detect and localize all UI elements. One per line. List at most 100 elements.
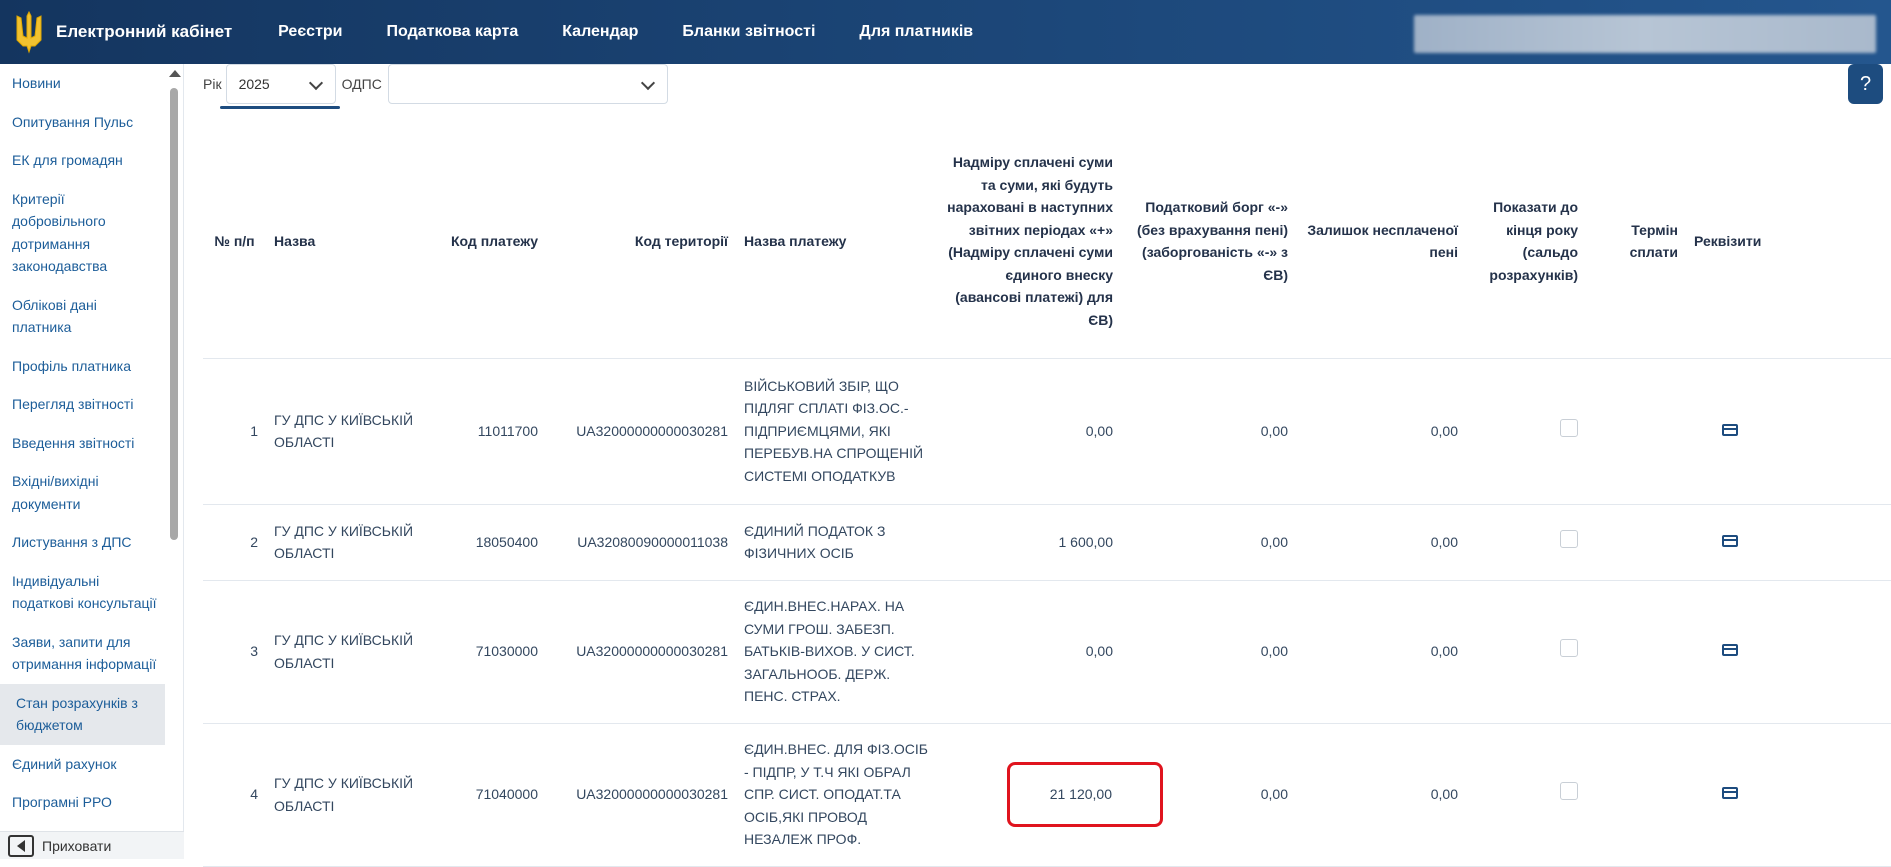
- nav-tax-map[interactable]: Податкова карта: [365, 23, 541, 41]
- cell-territory-code: UA32080090000011038: [546, 504, 736, 581]
- credit-card-icon[interactable]: [1722, 644, 1738, 657]
- sidebar-item-budget-settlements[interactable]: Стан розрахунків з бюджетом: [0, 683, 165, 745]
- sidebar-menu: Новини Опитування Пульс ЕК для громадян …: [0, 64, 165, 831]
- odps-select[interactable]: [387, 64, 668, 104]
- nav-report-forms[interactable]: Бланки звітності: [660, 23, 837, 41]
- cell-overpaid: 21 120,00: [936, 723, 1163, 867]
- cell-num: 3: [203, 580, 266, 724]
- sidebar-item-consultations[interactable]: Індивідуальні податкові консультації: [0, 562, 165, 623]
- year-label: Рік: [203, 76, 222, 92]
- cell-tax-debt: 0,00: [1121, 358, 1296, 505]
- nav-for-payers[interactable]: Для платників: [837, 23, 995, 41]
- cell-show-end-year: [1466, 358, 1586, 505]
- col-payment-code: Код платежу: [426, 125, 546, 359]
- user-info-blurred[interactable]: [1414, 15, 1876, 53]
- cell-payment-name: ЄДИН.ВНЕС.НАРАХ. НА СУМИ ГРОШ. ЗАБЕЗП. Б…: [736, 580, 936, 724]
- cell-due-date: [1586, 723, 1686, 867]
- cell-payment-code: 71040000: [426, 723, 546, 867]
- cell-territory-code: UA32000000000030281: [546, 358, 736, 505]
- cell-overpaid: 1 600,00: [936, 504, 1121, 581]
- cell-requisites: [1686, 723, 1891, 867]
- col-show-end-year: Показати до кінця року (сальдо розрахунк…: [1466, 125, 1586, 359]
- sidebar-item-compliance-criteria[interactable]: Критерії добровільного дотримання законо…: [0, 180, 165, 286]
- chevron-down-icon: [308, 75, 323, 91]
- nav-registries[interactable]: Реєстри: [256, 23, 364, 41]
- nav-calendar[interactable]: Календар: [540, 23, 660, 41]
- cell-name: ГУ ДПС У КИЇВСЬКІЙ ОБЛАСТІ: [266, 358, 426, 505]
- show-end-year-checkbox[interactable]: [1560, 782, 1578, 801]
- brand-title[interactable]: Електронний кабінет: [56, 22, 232, 42]
- cell-show-end-year: [1466, 580, 1586, 724]
- settlements-table-wrap: № п/п Назва Код платежу Код території На…: [203, 125, 1891, 867]
- cell-payment-code: 71030000: [426, 580, 546, 724]
- cell-tax-debt: 0,00: [1121, 580, 1296, 724]
- sidebar-item-enter-reports[interactable]: Введення звітності: [0, 424, 165, 463]
- credit-card-icon[interactable]: [1722, 423, 1738, 436]
- sidebar-item-software-rro[interactable]: Програмні РРО: [0, 783, 165, 822]
- sidebar-item-account-data[interactable]: Облікові дані платника: [0, 286, 165, 347]
- sidebar-item-correspondence[interactable]: Листування з ДПС: [0, 523, 165, 562]
- sidebar-item-view-reports[interactable]: Перегляд звітності: [0, 385, 165, 424]
- cell-tax-debt: 0,00: [1121, 504, 1296, 581]
- cell-overpaid: 0,00: [936, 358, 1121, 505]
- show-end-year-checkbox[interactable]: [1560, 529, 1578, 548]
- cell-penalty: 0,00: [1296, 580, 1466, 724]
- col-due-date: Термін сплати: [1586, 125, 1686, 359]
- cell-payment-code: 18050400: [426, 504, 546, 581]
- credit-card-icon[interactable]: [1722, 534, 1738, 547]
- cell-penalty: 0,00: [1296, 358, 1466, 505]
- table-header-row: № п/п Назва Код платежу Код території На…: [203, 125, 1891, 359]
- show-end-year-checkbox[interactable]: [1560, 418, 1578, 437]
- cell-payment-name: ЄДИН.ВНЕС. ДЛЯ ФІЗ.ОСІБ - ПІДПР, У Т.Ч Я…: [736, 723, 936, 867]
- chevron-down-icon: [640, 75, 655, 91]
- cell-overpaid: 0,00: [936, 580, 1121, 724]
- col-payment-name: Назва платежу: [736, 125, 936, 359]
- cell-requisites: [1686, 580, 1891, 724]
- col-overpaid: Надміру сплачені суми та суми, які будут…: [936, 125, 1121, 359]
- settlements-table: № п/п Назва Код платежу Код території На…: [203, 125, 1891, 867]
- cell-territory-code: UA32000000000030281: [546, 580, 736, 724]
- cell-due-date: [1586, 504, 1686, 581]
- cell-name: ГУ ДПС У КИЇВСЬКІЙ ОБЛАСТІ: [266, 723, 426, 867]
- year-select[interactable]: 2025: [225, 64, 336, 104]
- scroll-up-arrow-icon[interactable]: [169, 70, 181, 77]
- cell-due-date: [1586, 580, 1686, 724]
- sidebar-item-single-account[interactable]: Єдиний рахунок: [0, 745, 165, 784]
- odps-label: ОДПС: [341, 76, 382, 92]
- trident-logo-icon[interactable]: [14, 10, 44, 54]
- tab-active-indicator: [220, 106, 340, 109]
- show-end-year-checkbox[interactable]: [1560, 639, 1578, 658]
- cell-num: 4: [203, 723, 266, 867]
- cell-name: ГУ ДПС У КИЇВСЬКІЙ ОБЛАСТІ: [266, 504, 426, 581]
- cell-requisites: [1686, 504, 1891, 581]
- help-button[interactable]: ?: [1848, 64, 1883, 104]
- col-num: № п/п: [203, 125, 266, 359]
- col-name: Назва: [266, 125, 426, 359]
- sidebar-item-documents[interactable]: Вхідні/вихідні документи: [0, 462, 165, 523]
- cell-payment-name: ЄДИНИЙ ПОДАТОК З ФІЗИЧНИХ ОСІБ: [736, 504, 936, 581]
- highlighted-overpaid-value: 21 120,00: [1006, 762, 1163, 827]
- top-navbar: Електронний кабінет Реєстри Податкова ка…: [0, 0, 1891, 64]
- sidebar-item-pulse-survey[interactable]: Опитування Пульс: [0, 103, 165, 142]
- table-row: 4 ГУ ДПС У КИЇВСЬКІЙ ОБЛАСТІ 71040000 UA…: [203, 723, 1891, 867]
- cell-penalty: 0,00: [1296, 504, 1466, 581]
- cell-payment-name: ВІЙСЬКОВИЙ ЗБІР, ЩО ПІДЛЯГ СПЛАТІ ФІЗ.ОС…: [736, 358, 936, 505]
- cell-penalty: 0,00: [1296, 723, 1466, 867]
- sidebar-item-news[interactable]: Новини: [0, 64, 165, 103]
- sidebar-item-payer-profile[interactable]: Профіль платника: [0, 347, 165, 386]
- table-row: 2 ГУ ДПС У КИЇВСЬКІЙ ОБЛАСТІ 18050400 UA…: [203, 504, 1891, 581]
- col-tax-debt: Податковий борг «-» (без врахування пені…: [1121, 125, 1296, 359]
- main-nav: Реєстри Податкова карта Календар Бланки …: [256, 23, 995, 41]
- sidebar-scrollbar[interactable]: [167, 64, 181, 831]
- sidebar-item-ek-citizens[interactable]: ЕК для громадян: [0, 141, 165, 180]
- cell-num: 2: [203, 504, 266, 581]
- hide-sidebar-button[interactable]: Приховати: [0, 831, 184, 859]
- credit-card-icon[interactable]: [1722, 787, 1738, 800]
- cell-payment-code: 11011700: [426, 358, 546, 505]
- table-row: 1 ГУ ДПС У КИЇВСЬКІЙ ОБЛАСТІ 11011700 UA…: [203, 358, 1891, 505]
- cell-name: ГУ ДПС У КИЇВСЬКІЙ ОБЛАСТІ: [266, 580, 426, 724]
- cell-due-date: [1586, 358, 1686, 505]
- scroll-thumb[interactable]: [170, 88, 178, 540]
- col-territory-code: Код території: [546, 125, 736, 359]
- sidebar-item-requests[interactable]: Заяви, запити для отримання інформації: [0, 623, 165, 684]
